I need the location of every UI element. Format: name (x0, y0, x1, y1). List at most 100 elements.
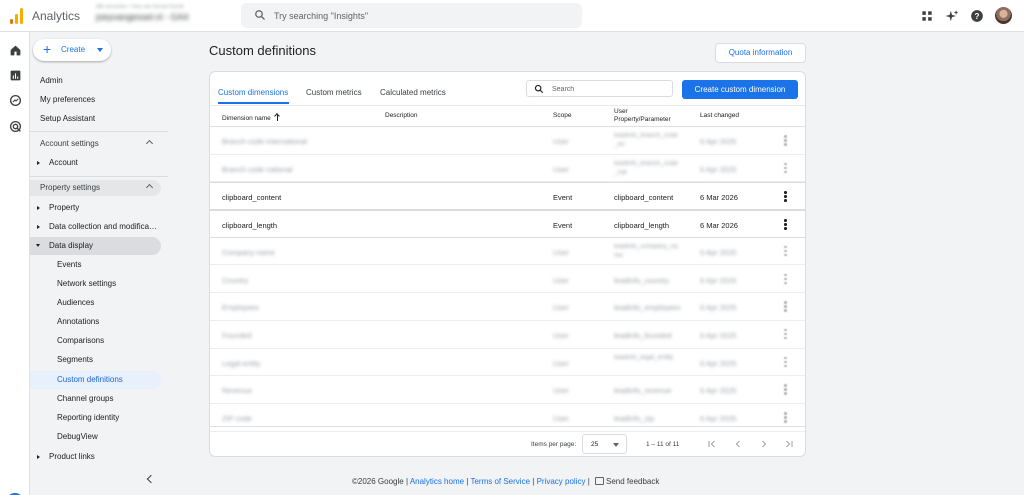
next-page-icon[interactable] (758, 438, 770, 450)
collapse-nav-chevron-icon[interactable] (146, 474, 156, 484)
reports-icon[interactable] (9, 69, 22, 82)
nav-events[interactable]: Events (57, 257, 81, 273)
sparkle-icon[interactable] (945, 9, 959, 23)
nav-account[interactable]: Account (30, 155, 168, 171)
more-options-icon[interactable] (784, 412, 787, 423)
table-row[interactable]: ZIP code User leadinfo_zip 6 Apr 2025 (210, 404, 805, 432)
quota-information-button[interactable]: Quota information (715, 43, 806, 63)
user-avatar[interactable] (995, 7, 1012, 24)
items-per-page-value: 25 (591, 441, 599, 448)
property-settings-header[interactable]: Property settings (30, 180, 161, 196)
table-row[interactable]: Employees User leadinfo_employees 6 Apr 202… (210, 293, 805, 321)
more-options-icon[interactable] (784, 191, 787, 202)
dimension-parameter: leadinfo_country (614, 275, 670, 285)
feedback-icon (595, 477, 604, 485)
nav-network-settings[interactable]: Network settings (57, 276, 116, 292)
more-options-icon[interactable] (784, 328, 787, 340)
last-page-icon[interactable] (783, 438, 795, 450)
table-row[interactable]: Branch code international User leadinfo_br… (210, 127, 805, 155)
nav-divider (30, 131, 168, 132)
column-header-dimension-name[interactable]: Dimension name (222, 112, 281, 122)
nav-audiences[interactable]: Audiences (57, 295, 94, 311)
tab-custom-dimensions[interactable]: Custom dimensions (218, 88, 288, 97)
tab-calculated-metrics[interactable]: Calculated metrics (380, 88, 446, 97)
home-icon[interactable] (9, 44, 22, 57)
dimension-parameter: leadinfo_legal_entity (614, 353, 674, 361)
nav-segments[interactable]: Segments (57, 352, 93, 368)
nav-channel-groups[interactable]: Channel groups (57, 391, 113, 407)
table-row[interactable]: Founded User leadinfo_founded 6 Apr 2025 (210, 321, 805, 349)
table-search-input[interactable] (552, 83, 667, 95)
nav-product-links[interactable]: Product links (30, 449, 168, 465)
send-feedback-link[interactable]: Send feedback (606, 477, 659, 486)
dimension-parameter: leadinfo_branch_code_nat (614, 159, 678, 176)
create-custom-dimension-button[interactable]: Create custom dimension (682, 80, 798, 99)
apps-grid-icon[interactable] (920, 9, 934, 23)
help-icon[interactable]: ? (970, 9, 984, 23)
dimension-last-changed: 6 Apr 2025 (700, 247, 737, 257)
privacy-link[interactable]: Privacy policy (537, 477, 586, 486)
nav-annotations[interactable]: Annotations (57, 314, 99, 330)
table-row[interactable]: clipboard_content Event clipboard_content 6… (210, 182, 805, 211)
dimension-last-changed: 6 Apr 2025 (700, 386, 737, 396)
dimension-scope: User (553, 414, 569, 423)
first-page-icon[interactable] (706, 438, 718, 450)
nav-custom-definitions[interactable]: Custom definitions (30, 371, 161, 389)
nav-property[interactable]: Property (30, 200, 168, 216)
nav-debugview[interactable]: DebugView (57, 429, 98, 445)
dimension-name: ZIP code (222, 414, 252, 423)
dimension-scope: User (553, 247, 569, 257)
nav-reporting-identity[interactable]: Reporting identity (57, 410, 119, 426)
table-row[interactable]: Company name User leadinfo_company_name 6 A… (210, 238, 805, 266)
table-search[interactable] (526, 80, 673, 97)
global-search-input[interactable] (274, 7, 564, 24)
table-row[interactable]: Country User leadinfo_country 6 Apr 2025 (210, 266, 805, 294)
more-options-icon[interactable] (784, 162, 787, 174)
pagination-range: 1 – 11 of 11 (646, 441, 680, 448)
more-options-icon[interactable] (784, 273, 787, 285)
nav-admin[interactable]: Admin (40, 73, 63, 89)
tab-custom-metrics[interactable]: Custom metrics (306, 88, 362, 97)
table-row[interactable]: Branch code national User leadinfo_branch_… (210, 155, 805, 183)
analytics-logo-icon[interactable] (9, 8, 23, 24)
more-options-icon[interactable] (784, 301, 787, 312)
terms-link[interactable]: Terms of Service (470, 477, 530, 486)
dimension-parameter: leadinfo_company_name (614, 242, 678, 259)
previous-page-icon[interactable] (732, 438, 744, 450)
create-button[interactable]: + Create (33, 39, 111, 61)
more-options-icon[interactable] (784, 219, 787, 230)
left-rail (0, 32, 30, 495)
sort-ascending-icon (274, 113, 281, 121)
nav-my-preferences[interactable]: My preferences (40, 92, 95, 108)
table-row[interactable]: Revenue User leadinfo_revenue 6 Apr 2025 (210, 376, 805, 404)
analytics-home-link[interactable]: Analytics home (410, 477, 464, 486)
more-options-icon[interactable] (784, 384, 787, 395)
dimension-name: Company name (222, 247, 275, 257)
dimension-name: Revenue (222, 386, 253, 396)
table-row[interactable]: Legal entity User leadinfo_legal_entity 6 A… (210, 349, 805, 377)
more-options-icon[interactable] (784, 135, 787, 146)
expand-arrow-icon (37, 161, 40, 165)
dimension-scope: User (553, 164, 569, 174)
nav-data-display[interactable]: Data display (30, 237, 161, 255)
global-search[interactable] (241, 3, 582, 28)
explore-icon[interactable] (9, 94, 22, 107)
nav-comparisons[interactable]: Comparisons (57, 333, 104, 349)
nav-data-display-label: Data display (49, 241, 94, 250)
plus-icon: + (43, 41, 52, 57)
nav-product-links-label: Product links (49, 452, 95, 461)
items-per-page-select[interactable]: 25 (582, 434, 627, 454)
table-row[interactable]: clipboard_length Event clipboard_length 6 M… (210, 210, 805, 238)
nav-data-collection[interactable]: Data collection and modifica… (30, 219, 168, 235)
more-options-icon[interactable] (784, 356, 787, 368)
nav-setup-assistant[interactable]: Setup Assistant (40, 111, 95, 127)
nav-property-label: Property (49, 203, 80, 212)
dimension-last-changed: 6 Apr 2025 (700, 330, 737, 340)
account-selector[interactable]: Alle accounts > Joey van Gessel Social j… (96, 4, 230, 28)
more-options-icon[interactable] (784, 245, 787, 257)
advertising-icon[interactable] (9, 120, 22, 133)
account-settings-header[interactable]: Account settings (30, 136, 161, 152)
tabs-divider (210, 105, 805, 106)
dimension-name: Country (222, 275, 249, 285)
account-settings-label: Account settings (40, 139, 99, 148)
